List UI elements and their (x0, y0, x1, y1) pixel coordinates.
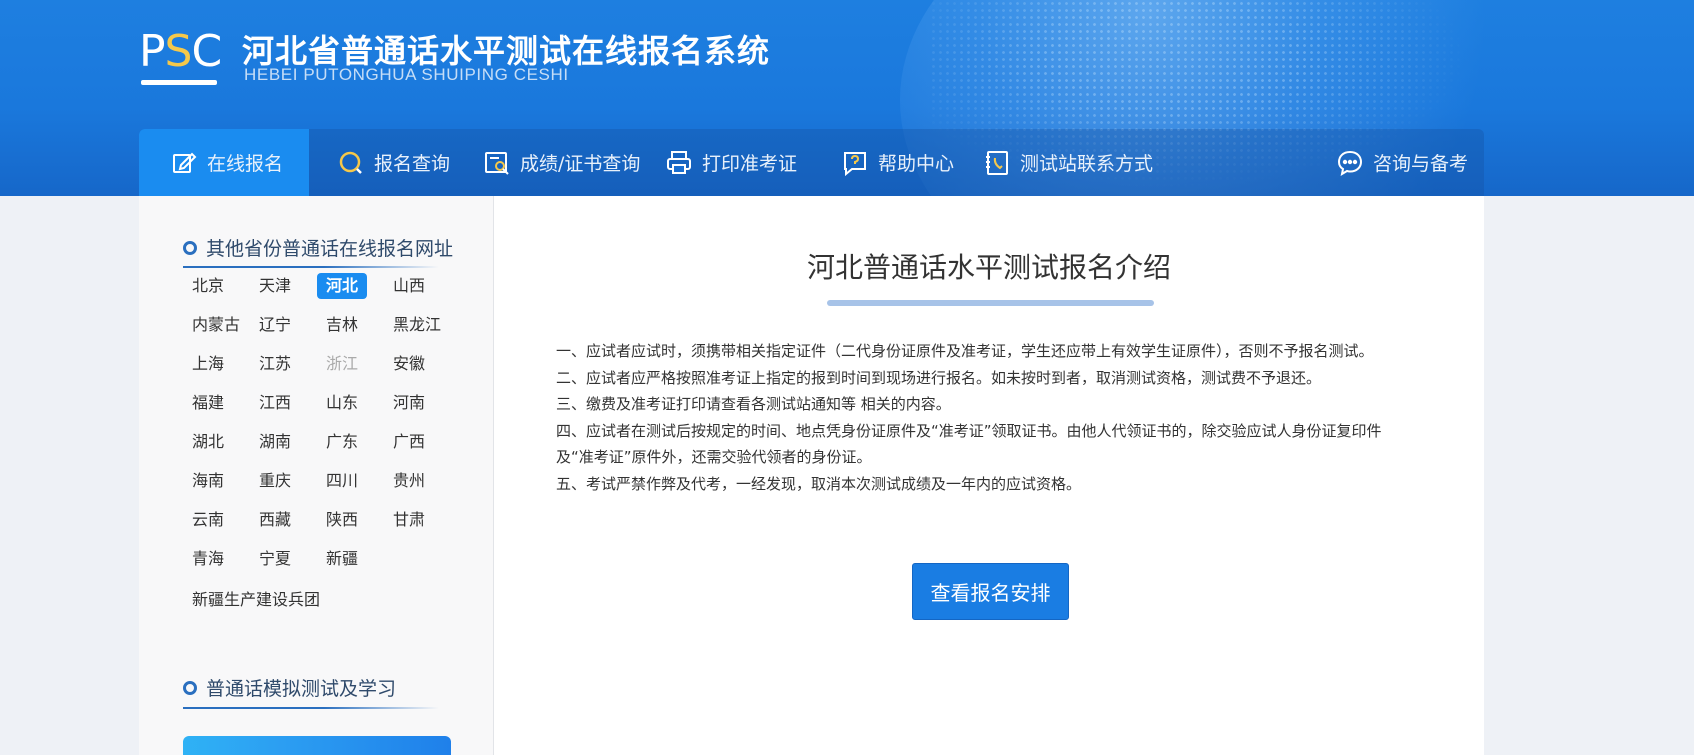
province-link[interactable]: 山西 (393, 273, 425, 299)
certificate-search-icon (485, 151, 509, 175)
practice-section-title-text: 普通话模拟测试及学习 (206, 678, 397, 700)
province-link[interactable]: 贵州 (393, 468, 425, 494)
phone-book-icon (986, 150, 1008, 175)
sidebar: 其他省份普通话在线报名网址 北京 天津 河北 山西内蒙古 辽宁 吉林 黑龙江上海 江苏 浙江 安徽… (139, 196, 494, 755)
province-link[interactable]: 新疆生产建设兵团 (192, 587, 320, 613)
notice-item: 四、应试者在测试后按规定的时间、地点凭身份证原件及“准考证”领取证书。由他人代领… (556, 421, 1382, 440)
province-link[interactable]: 江西 (259, 390, 291, 416)
nav-item-station-contact[interactable]: 测试站联系方式 (984, 129, 1153, 196)
nav-item-consult-prepare[interactable]: 咨询与备考 (1337, 129, 1468, 196)
title-underline (827, 300, 1154, 306)
province-link[interactable]: 宁夏 (259, 546, 291, 572)
practice-banner[interactable] (183, 736, 451, 755)
section-divider (183, 707, 439, 709)
chat-icon (1337, 150, 1363, 176)
province-link[interactable]: 福建 (192, 390, 224, 416)
province-link[interactable]: 新疆 (326, 546, 358, 572)
printer-icon (667, 150, 691, 174)
notice-list: 一、应试者应试时，须携带相关指定证件（二代身份证原件及准考证，学生还应带上有效学… (556, 338, 1436, 498)
nav-item-label: 帮助中心 (878, 153, 955, 175)
practice-section-title: 普通话模拟测试及学习 (183, 674, 396, 701)
help-icon (844, 151, 866, 176)
nav-item-label: 在线报名 (207, 153, 284, 175)
province-link[interactable]: 广东 (326, 429, 358, 455)
section-divider (183, 266, 439, 268)
province-link[interactable]: 湖南 (259, 429, 291, 455)
province-link[interactable]: 海南 (192, 468, 224, 494)
nav-item-registration-query[interactable]: 报名查询 (338, 129, 450, 196)
province-link[interactable]: 辽宁 (259, 312, 291, 338)
province-link[interactable]: 河南 (393, 390, 425, 416)
province-link[interactable]: 西藏 (259, 507, 291, 533)
provinces-section-title: 其他省份普通话在线报名网址 (183, 234, 453, 261)
notice-item: 五、考试严禁作弊及代考，一经发现，取消本次测试成绩及一年内的应试资格。 (556, 474, 1082, 493)
nav-item-label: 成绩/证书查询 (520, 153, 641, 175)
site-subtitle: HEBEI PUTONGHUA SHUIPING CESHI (244, 65, 569, 84)
province-link[interactable]: 浙江 (326, 351, 358, 377)
province-link[interactable]: 河北 (317, 273, 368, 299)
province-link[interactable]: 陕西 (326, 507, 358, 533)
nav-item-label: 打印准考证 (702, 153, 798, 175)
province-link[interactable]: 安徽 (393, 351, 425, 377)
province-link[interactable]: 甘肃 (393, 507, 425, 533)
page-title: 河北普通话水平测试报名介绍 (806, 251, 1171, 284)
nav-item-print-admission[interactable]: 打印准考证 (666, 129, 797, 196)
province-link[interactable]: 上海 (192, 351, 224, 377)
view-schedule-button[interactable]: 查看报名安排 (912, 563, 1069, 620)
notice-item: 三、缴费及准考证打印请查看各测试站通知等 相关的内容。 (556, 395, 951, 414)
province-link[interactable]: 内蒙古 (192, 312, 240, 338)
circle-bullet-icon (183, 680, 197, 695)
nav-item-label: 咨询与备考 (1373, 153, 1469, 175)
province-link[interactable]: 湖北 (192, 429, 224, 455)
nav-item-help-center[interactable]: 帮助中心 (842, 129, 954, 196)
psc-logo[interactable]: PSC (139, 26, 222, 86)
province-link[interactable]: 吉林 (326, 312, 358, 338)
nav-item-label: 报名查询 (374, 153, 451, 175)
edit-icon (173, 152, 197, 173)
provinces-section-title-text: 其他省份普通话在线报名网址 (206, 238, 454, 260)
nav-item-online-register[interactable]: 在线报名 (139, 129, 309, 196)
province-link[interactable]: 天津 (259, 273, 291, 299)
province-link[interactable]: 北京 (192, 273, 224, 299)
province-link[interactable]: 江苏 (259, 351, 291, 377)
logo-text: PSC (139, 26, 222, 77)
notice-item: 二、应试者应严格按照准考证上指定的报到时间到现场进行报名。如未按时到者，取消测试… (556, 368, 1322, 387)
province-link[interactable]: 四川 (326, 468, 358, 494)
nav-item-score-certificate-query[interactable]: 成绩/证书查询 (484, 129, 640, 196)
notice-item: 一、应试者应试时，须携带相关指定证件（二代身份证原件及准考证，学生还应带上有效学… (556, 342, 1374, 360)
circle-bullet-icon (183, 240, 197, 255)
notice-item: 及“准考证”原件外，还需交验代领者的身份证。 (556, 448, 872, 467)
province-link[interactable]: 云南 (192, 507, 224, 533)
site-header: PSC 河北省普通话水平测试在线报名系统 HEBEI PUTONGHUA SHU… (0, 0, 1694, 196)
main-content: 河北普通话水平测试报名介绍 一、应试者应试时，须携带相关指定证件（二代身份证原件… (494, 196, 1484, 755)
province-link[interactable]: 青海 (192, 546, 224, 572)
main-nav: 在线报名 报名查询 成绩/证书查询 打印准考证 帮助中心 测试站联系方式 咨询与… (139, 129, 1484, 196)
province-link[interactable]: 山东 (326, 390, 358, 416)
province-link[interactable]: 黑龙江 (393, 312, 441, 338)
search-icon (339, 151, 362, 174)
province-link[interactable]: 广西 (393, 429, 425, 455)
nav-item-label: 测试站联系方式 (1020, 153, 1154, 175)
province-link[interactable]: 重庆 (259, 468, 291, 494)
logo-book-icon (141, 80, 217, 85)
